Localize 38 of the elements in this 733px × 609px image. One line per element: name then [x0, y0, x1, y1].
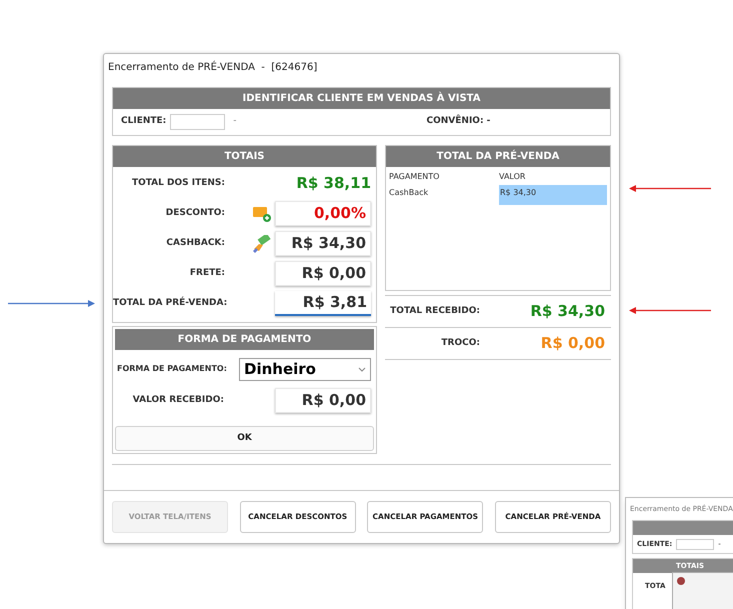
- ticket-plus-icon: [252, 204, 272, 222]
- field-label: TOTAL DOS ITENS:: [130, 176, 226, 190]
- section-header: TOTAL DA PRÉ-VENDA: [386, 146, 610, 167]
- client-field[interactable]: [170, 114, 226, 130]
- value-field[interactable]: 0,00%: [275, 201, 371, 226]
- section-header: FORMA DE PAGAMENTO: [115, 329, 374, 350]
- table-cell-text: CashBack: [389, 187, 430, 199]
- app-icon: [677, 577, 685, 585]
- field-label: TOTAL DA PRÉ-VENDA:: [113, 296, 228, 310]
- value-field[interactable]: R$ 0,00: [275, 261, 371, 286]
- client-field[interactable]: [676, 538, 714, 550]
- field-label: FRETE:: [188, 266, 226, 280]
- value-field[interactable]: R$ 3,81: [275, 291, 371, 316]
- chevron-down-icon: [358, 366, 366, 372]
- field-label: TROCO:: [440, 336, 480, 350]
- hand-money-icon: [252, 234, 272, 252]
- value-field[interactable]: R$ 34,30: [275, 231, 371, 256]
- total-value: R$ 38,11: [296, 173, 371, 194]
- field-label: VALOR RECEBIDO:: [132, 394, 225, 407]
- field-label: TOTAL RECEBIDO:: [389, 304, 480, 318]
- value-field[interactable]: R$ 0,00: [275, 388, 371, 413]
- section-header: TOTAIS: [113, 146, 376, 167]
- payment-dropdown[interactable]: Dinheiro: [239, 358, 371, 380]
- ok-button[interactable]: OK: [115, 426, 374, 451]
- section-header: IDENTIFICAR CLIENTE EM VENDAS À VISTA: [113, 88, 610, 109]
- client-name: -: [233, 115, 237, 128]
- column-header: VALOR: [499, 171, 526, 183]
- payment-row[interactable]: CashBack R$ 34,30: [386, 185, 610, 205]
- field-label: CLIENTE:: [121, 115, 166, 128]
- total-value: R$ 0,00: [540, 333, 605, 354]
- field-label: FORMA DE PAGAMENTO:: [116, 363, 227, 375]
- table-cell: R$ 34,30: [499, 185, 607, 205]
- column-header: PAGAMENTO: [389, 171, 440, 183]
- window-title: Encerramento de PRÉ-VENDA - [624676]: [107, 60, 318, 75]
- total-value: R$ 34,30: [530, 301, 605, 322]
- field-label: CASHBACK:: [165, 236, 226, 250]
- agreement-label: CONVÊNIO: -: [426, 115, 490, 128]
- field-label: DESCONTO:: [164, 206, 226, 220]
